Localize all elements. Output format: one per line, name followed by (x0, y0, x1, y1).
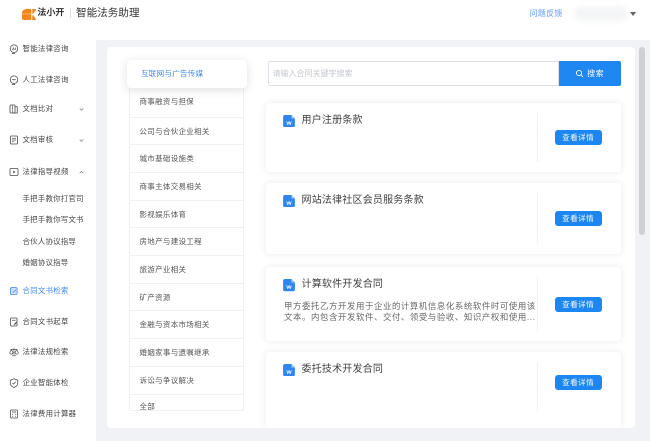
svg-text:AI: AI (12, 46, 16, 51)
